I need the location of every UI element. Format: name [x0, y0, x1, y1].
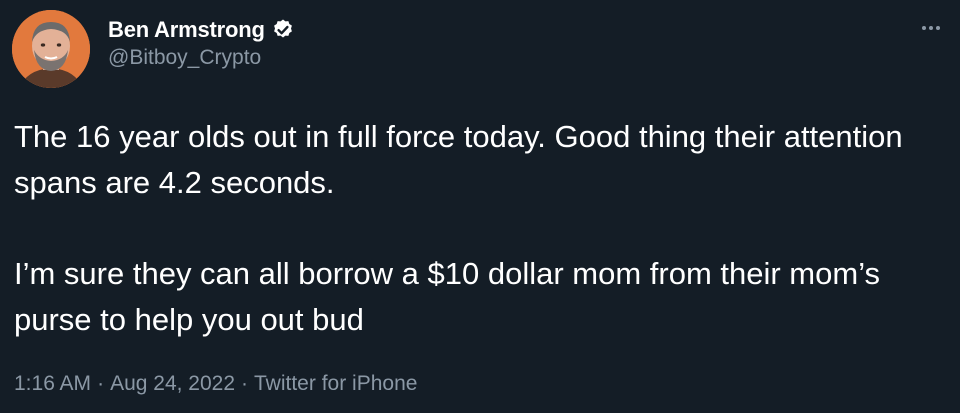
- author-info: Ben Armstrong @Bitboy_Crypto: [108, 14, 295, 70]
- dot-icon: [936, 26, 940, 30]
- dot-icon: [929, 26, 933, 30]
- meta-separator: ·: [97, 372, 105, 395]
- avatar[interactable]: [12, 10, 90, 88]
- more-options-icon[interactable]: [918, 18, 944, 38]
- tweet-card: Ben Armstrong @Bitboy_Crypto The 16 year…: [0, 0, 960, 413]
- meta-separator: ·: [241, 372, 249, 395]
- dot-icon: [922, 26, 926, 30]
- user-handle[interactable]: @Bitboy_Crypto: [108, 46, 295, 70]
- tweet-text: The 16 year olds out in full force today…: [14, 114, 934, 343]
- avatar-image: [12, 10, 90, 88]
- tweet-paragraph: I’m sure they can all borrow a $10 dolla…: [14, 256, 881, 337]
- tweet-time[interactable]: 1:16 AM: [14, 372, 91, 395]
- tweet-source[interactable]: Twitter for iPhone: [254, 372, 417, 395]
- name-row: Ben Armstrong: [108, 14, 295, 46]
- verified-badge-icon: [271, 18, 295, 42]
- display-name[interactable]: Ben Armstrong: [108, 17, 265, 43]
- tweet-date[interactable]: Aug 24, 2022: [110, 372, 235, 395]
- tweet-meta: 1:16 AM · Aug 24, 2022 · Twitter for iPhone: [14, 372, 417, 396]
- tweet-paragraph: The 16 year olds out in full force today…: [14, 119, 903, 200]
